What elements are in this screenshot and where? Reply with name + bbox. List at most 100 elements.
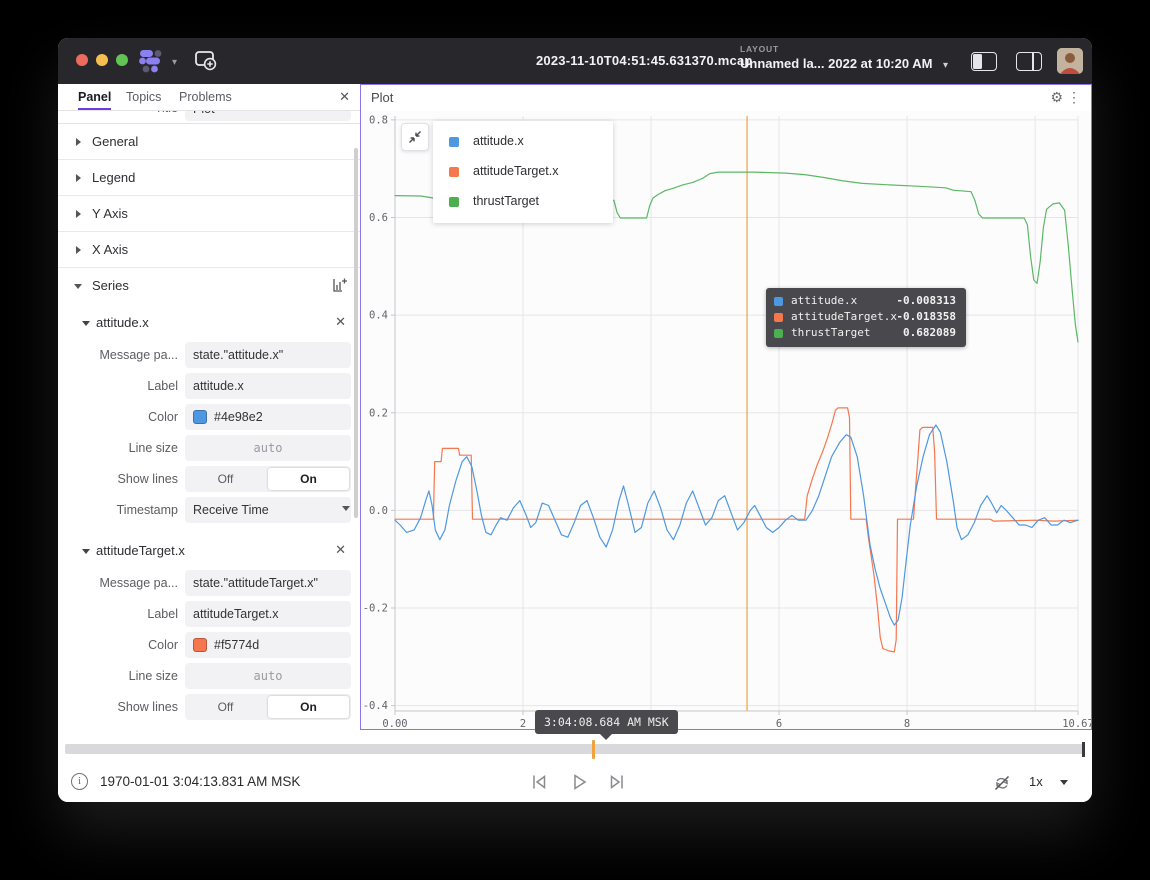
minimize-window-button[interactable] [96, 54, 108, 66]
legend-item-attitude-x[interactable]: attitude.x [433, 127, 613, 157]
sidebar-close-icon[interactable]: ✕ [339, 89, 350, 105]
data-source-info-icon[interactable]: i [71, 773, 88, 790]
message-path-input[interactable]: state."attitude.x" [185, 342, 351, 368]
speed-chevron-icon[interactable] [1060, 780, 1068, 785]
chevron-down-icon [74, 284, 82, 289]
data-source-title: 2023-11-10T04:51:45.631370.mcap [536, 53, 753, 68]
svg-text:-0.4: -0.4 [363, 700, 388, 712]
field-row-line-size: Line size auto [58, 433, 360, 464]
color-input[interactable]: #f5774d [185, 632, 351, 658]
app-menu-chevron-icon[interactable]: ▾ [172, 57, 177, 68]
sidebar-scrollbar[interactable] [354, 148, 358, 518]
seek-playhead-marker[interactable] [592, 740, 595, 759]
color-swatch[interactable] [193, 638, 207, 652]
svg-text:0.4: 0.4 [369, 310, 388, 322]
show-lines-off-option[interactable]: Off [185, 466, 266, 492]
foxglove-logo-icon[interactable] [138, 48, 168, 79]
panel-menu-kebab-icon[interactable]: ⋮ [1067, 89, 1081, 106]
section-series[interactable]: Series [58, 268, 360, 306]
svg-text:0.00: 0.00 [382, 718, 407, 730]
close-window-button[interactable] [76, 54, 88, 66]
maximize-window-button[interactable] [116, 54, 128, 66]
line-size-input[interactable]: auto [185, 663, 351, 689]
svg-text:10.67: 10.67 [1062, 718, 1091, 730]
seek-backward-button[interactable] [529, 772, 549, 797]
field-row-message-path: Message pa... state."attitude.x" [58, 340, 360, 371]
field-row-show-lines: Show lines Off On [58, 692, 360, 723]
seek-hover-tooltip: 3:04:08.684 AM MSK [535, 710, 678, 734]
tab-problems[interactable]: Problems [179, 84, 232, 110]
clipped-title-row: Title Plot [58, 111, 360, 124]
chevron-right-icon [76, 210, 81, 218]
title-field-input[interactable]: Plot [185, 111, 351, 121]
play-button[interactable] [569, 772, 589, 797]
legend-collapse-button[interactable] [401, 123, 429, 151]
layout-label: LAYOUT [740, 44, 932, 54]
add-panel-button[interactable] [194, 50, 218, 77]
left-sidebar-toggle-icon[interactable] [971, 52, 997, 71]
user-avatar[interactable] [1057, 48, 1083, 74]
chevron-down-icon [82, 321, 90, 326]
show-lines-on-option[interactable]: On [268, 696, 349, 718]
color-swatch[interactable] [193, 410, 207, 424]
svg-text:2: 2 [520, 718, 526, 730]
plot-panel[interactable]: Plot ⚙ ⋮ 0.80.60.40.20.0-0.2-0.40.002468… [360, 84, 1092, 730]
svg-text:0.6: 0.6 [369, 212, 388, 224]
plot-legend: attitude.x attitudeTarget.x thrustTarget [433, 121, 613, 223]
field-row-line-size: Line size auto [58, 661, 360, 692]
right-sidebar-toggle-icon[interactable] [1016, 52, 1042, 71]
seek-bar-track[interactable] [65, 744, 1085, 754]
message-path-input[interactable]: state."attitudeTarget.x" [185, 570, 351, 596]
loop-off-icon[interactable] [992, 773, 1012, 798]
legend-item-attitude-target-x[interactable]: attitudeTarget.x [433, 157, 613, 187]
svg-text:0.0: 0.0 [369, 505, 388, 517]
seek-forward-button[interactable] [607, 772, 627, 797]
svg-text:8: 8 [904, 718, 910, 730]
remove-series-icon[interactable]: ✕ [335, 314, 346, 330]
remove-series-icon[interactable]: ✕ [335, 542, 346, 558]
legend-item-thrust-target[interactable]: thrustTarget [433, 187, 613, 217]
legend-swatch[interactable] [449, 137, 459, 147]
layout-name: Unnamed la... 2022 at 10:20 AM [740, 56, 932, 71]
field-row-show-lines: Show lines Off On [58, 464, 360, 495]
plot-panel-header[interactable]: Plot ⚙ ⋮ [361, 85, 1091, 111]
show-lines-toggle[interactable]: Off On [185, 694, 351, 720]
seek-bar-row: 3:04:08.684 AM MSK [58, 730, 1092, 762]
playback-control-bar: i 1970-01-01 3:04:13.831 AM MSK [58, 762, 1092, 802]
field-row-timestamp: Timestamp Receive Time [58, 495, 360, 526]
series-header-attitude-target-x[interactable]: attitudeTarget.x ✕ [58, 534, 360, 568]
line-size-input[interactable]: auto [185, 435, 351, 461]
label-input[interactable]: attitudeTarget.x [185, 601, 351, 627]
field-row-color: Color #f5774d [58, 630, 360, 661]
add-series-icon[interactable] [332, 277, 348, 298]
label-input[interactable]: attitude.x [185, 373, 351, 399]
legend-swatch[interactable] [449, 167, 459, 177]
field-row-message-path: Message pa... state."attitudeTarget.x" [58, 568, 360, 599]
section-general[interactable]: General [58, 124, 360, 160]
tab-panel[interactable]: Panel [78, 84, 111, 110]
seek-end-marker [1082, 742, 1085, 757]
section-legend[interactable]: Legend [58, 160, 360, 196]
desktop-background: ▾ 2023-11-10T04:51:45.631370.mcap LAYOUT… [0, 0, 1150, 880]
panel-settings-gear-icon[interactable]: ⚙ [1050, 89, 1063, 106]
tab-topics[interactable]: Topics [126, 84, 161, 110]
tooltip-row: attitude.x -0.008313 [774, 293, 958, 309]
tooltip-swatch [774, 297, 783, 306]
title-field-label: Title [155, 111, 178, 115]
color-input[interactable]: #4e98e2 [185, 404, 351, 430]
section-y-axis[interactable]: Y Axis [58, 196, 360, 232]
playback-speed[interactable]: 1x [1029, 774, 1043, 789]
collapse-arrows-icon [408, 130, 422, 144]
layout-menu-button[interactable]: LAYOUT Unnamed la... 2022 at 10:20 AM ▾ [740, 44, 932, 71]
tooltip-swatch [774, 329, 783, 338]
plot-hover-tooltip: attitude.x -0.008313 attitudeTarget.x -0… [766, 288, 966, 347]
show-lines-toggle[interactable]: Off On [185, 466, 351, 492]
section-x-axis[interactable]: X Axis [58, 232, 360, 268]
show-lines-on-option[interactable]: On [268, 468, 349, 490]
timestamp-select[interactable]: Receive Time [185, 497, 351, 523]
chevron-right-icon [76, 174, 81, 182]
legend-swatch[interactable] [449, 197, 459, 207]
tooltip-row: attitudeTarget.x -0.018358 [774, 309, 958, 325]
series-header-attitude-x[interactable]: attitude.x ✕ [58, 306, 360, 340]
show-lines-off-option[interactable]: Off [185, 694, 266, 720]
